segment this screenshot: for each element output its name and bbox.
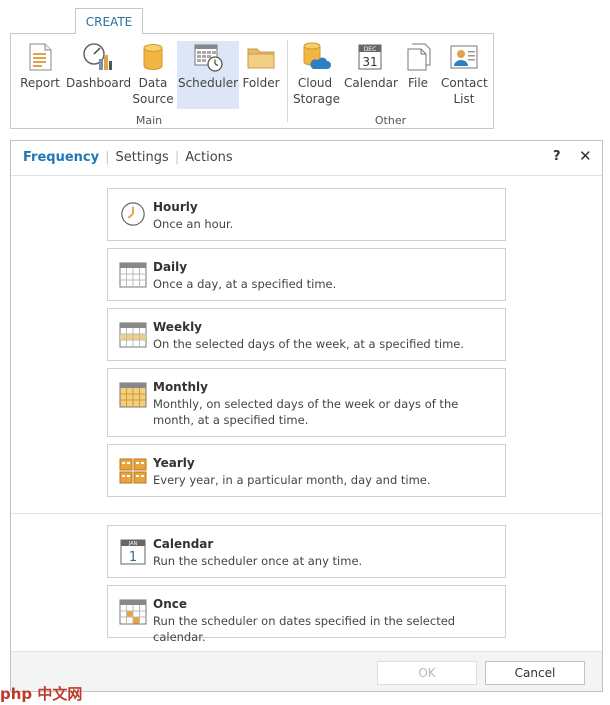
contact-list-icon [450,45,478,69]
ribbon-contact-list-label-1: Contact [441,76,488,90]
option-yearly-desc: Every year, in a particular month, day a… [153,473,431,487]
tab-settings[interactable]: Settings [115,150,168,165]
folder-icon [247,48,275,69]
option-daily-desc: Once a day, at a specified time. [153,277,337,291]
help-button[interactable]: ? [553,149,561,164]
ribbon-report-label: Report [20,76,60,90]
option-weekly-title: Weekly [153,320,203,334]
option-yearly-title: Yearly [153,456,195,470]
option-hourly[interactable]: Hourly Once an hour. [107,188,506,241]
ribbon-calendar-label: Calendar [344,76,398,90]
ribbon-data-source-label-2: Source [132,92,174,106]
ribbon-contact-list-button[interactable]: Contact List [441,41,488,109]
ribbon-group-main-label: Main [135,114,163,127]
option-hourly-desc: Once an hour. [153,217,234,231]
database-icon [143,44,163,70]
ribbon-group-other-label: Other [374,114,407,127]
ribbon-dashboard-label: Dashboard [66,76,132,90]
option-once-desc: Run the scheduler on dates specified in … [153,614,456,644]
tab-actions[interactable]: Actions [185,150,233,165]
ribbon-folder-label: Folder [242,76,280,90]
tab-separator: | [174,150,180,165]
option-daily[interactable]: Daily Once a day, at a specified time. [107,248,506,301]
option-weekly[interactable]: Weekly On the selected days of the week,… [107,308,506,361]
ribbon-contact-list-label-2: List [453,92,475,106]
ribbon-folder-button[interactable]: Folder [242,41,280,109]
section-divider [11,513,602,514]
calendar-day-icon-month: JAN [128,541,138,547]
ribbon-file-label: File [407,76,429,90]
file-icon [407,43,431,71]
ribbon-scheduler-label: Scheduler [177,76,239,90]
clock-icon [121,202,145,226]
calendar-once-icon [119,599,147,625]
cancel-button[interactable]: Cancel [485,661,585,685]
option-monthly-title: Monthly [153,380,208,394]
ribbon-cloud-storage-button[interactable]: Cloud Storage [293,41,340,109]
calendar-day-icon-day: 1 [129,550,137,565]
option-hourly-title: Hourly [153,200,198,214]
close-button[interactable]: ✕ [579,147,592,165]
calendar-month-icon [119,382,147,408]
ok-button[interactable]: OK [377,661,477,685]
calendar-week-icon [119,322,147,348]
watermark-logo: php 中文网 [0,685,83,703]
ribbon-tab-create[interactable]: CREATE [75,8,143,34]
option-daily-title: Daily [153,260,188,274]
calendar-year-icon [119,458,147,484]
option-monthly[interactable]: Monthly Monthly, on selected days of the… [107,368,506,437]
scheduler-dialog: Frequency | Settings | Actions ? ✕ Hourly On… [10,140,603,692]
header-divider [11,175,602,176]
tab-separator: | [105,150,110,165]
ribbon-group-separator [287,40,288,122]
calendar-icon-month: DEC [364,46,377,53]
option-once-title: Once [153,597,187,611]
ribbon-cloud-storage-label-2: Storage [293,92,340,106]
cloud-storage-icon [303,42,331,69]
calendar-icon: DEC 31 [358,44,382,70]
ribbon-data-source-button[interactable]: Data Source [132,41,174,109]
calendar-icon-day: 31 [362,55,377,69]
ribbon-dashboard-button[interactable]: Dashboard [66,41,132,109]
dialog-footer: OK Cancel [11,651,602,691]
option-calendar[interactable]: JAN 1 Calendar Run the scheduler once at… [107,525,506,578]
scheduler-icon [194,44,223,72]
dashboard-icon [83,43,112,70]
tab-frequency[interactable]: Frequency [23,150,99,165]
calendar-day-icon: JAN 1 [120,539,146,565]
ribbon-calendar-button[interactable]: DEC 31 Calendar [344,41,398,109]
ribbon-cloud-storage-label-1: Cloud [297,76,333,90]
ribbon-report-button[interactable]: Report [17,41,63,109]
option-weekly-desc: On the selected days of the week, at a s… [153,337,465,351]
option-calendar-title: Calendar [153,537,214,551]
option-calendar-desc: Run the scheduler once at any time. [153,554,363,568]
report-icon [29,43,52,71]
calendar-grid-icon [119,262,147,288]
ribbon-scheduler-button[interactable]: Scheduler [177,41,239,109]
ribbon-file-button[interactable]: File [401,41,435,109]
dialog-tabs: Frequency | Settings | Actions [23,150,233,168]
option-yearly[interactable]: Yearly Every year, in a particular month… [107,444,506,497]
ribbon-panel: Report Dashboard Data Source Scheduler F… [10,33,494,129]
option-once[interactable]: Once Run the scheduler on dates specifie… [107,585,506,644]
option-monthly-desc: Monthly, on selected days of the week or… [153,397,459,427]
ribbon-data-source-label-1: Data [138,76,168,90]
